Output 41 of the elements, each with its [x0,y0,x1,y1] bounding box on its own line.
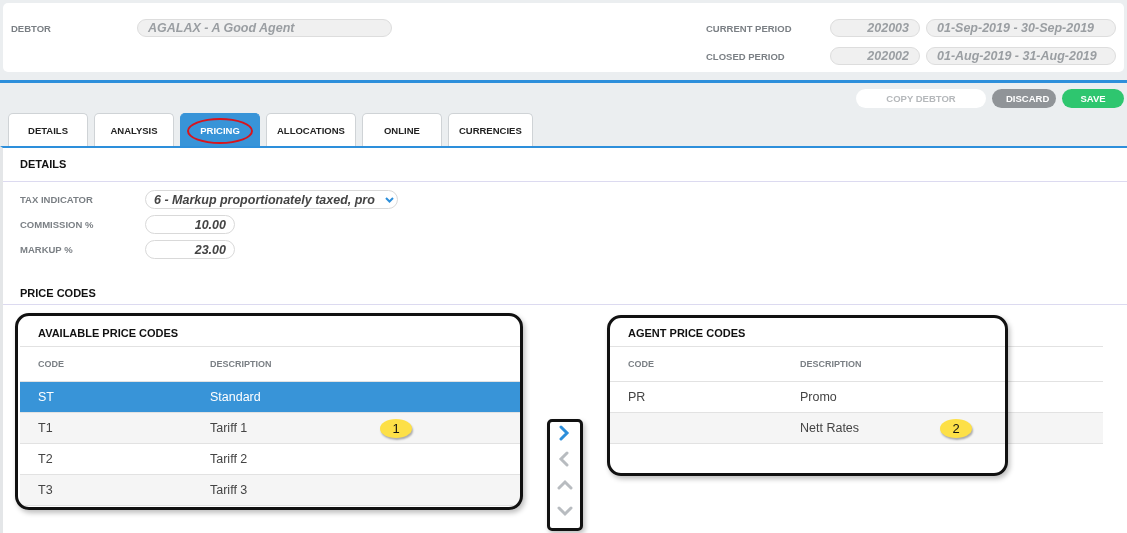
table-title: AGENT PRICE CODES [610,319,1103,347]
column-header: DESCRIPTION [210,359,272,369]
tab[interactable]: ANALYSIS [94,113,174,146]
field-label: DEBTOR [11,22,52,34]
tab[interactable]: ONLINE [361,113,442,146]
description-cell: Tariff 1 [210,421,248,435]
code-cell-text: T3 [37,483,54,497]
callout-badge: 1 [380,419,412,438]
code-cell-text: PR [627,390,647,404]
column-header: DESCRIPTION [800,359,862,369]
field-label: TAX INDICATOR [20,194,94,205]
code-cell-text: ST [37,390,55,404]
date-range-field: 01-Aug-2019 - 31-Aug-2019 [926,47,1116,65]
description-cell: Standard [210,390,261,404]
period-field: 202002 [830,47,920,65]
tab[interactable]: ALLOCATIONS [266,113,356,146]
tab[interactable]: DETAILS [8,113,88,146]
code-cell-text: T1 [37,421,54,435]
table-row[interactable]: T1 Tariff 1 1 [20,413,520,444]
field-label: CURRENT PERIOD [706,22,793,34]
table-title: AVAILABLE PRICE CODES [20,319,520,347]
caret-icon [385,196,394,203]
description-cell: Promo [800,390,837,404]
table-row[interactable]: T3 Tariff 3 [20,475,520,506]
table-row[interactable]: Nett Rates 2 [610,413,1103,444]
callout-badge: 2 [940,419,972,438]
field-label: MARKUP % [20,244,74,255]
code-cell-text: T2 [37,452,54,466]
column-header: CODE [627,359,655,369]
description-cell: Nett Rates [800,421,860,435]
tab[interactable]: CURRENCIES [447,113,533,146]
field-label: CLOSED PERIOD [706,50,786,62]
field-label: COMMISSION % [20,219,95,230]
debtor-field: AGALAX - A Good Agent [137,19,392,37]
column-header: CODE [37,359,65,369]
description-cell: Tariff 3 [210,483,248,497]
date-range-field: 01-Sep-2019 - 30-Sep-2019 [926,19,1116,37]
section-heading: DETAILS [19,157,68,172]
description-cell: Tariff 2 [210,452,248,466]
period-field: 202003 [830,19,920,37]
section-heading: PRICE CODES [19,286,97,301]
